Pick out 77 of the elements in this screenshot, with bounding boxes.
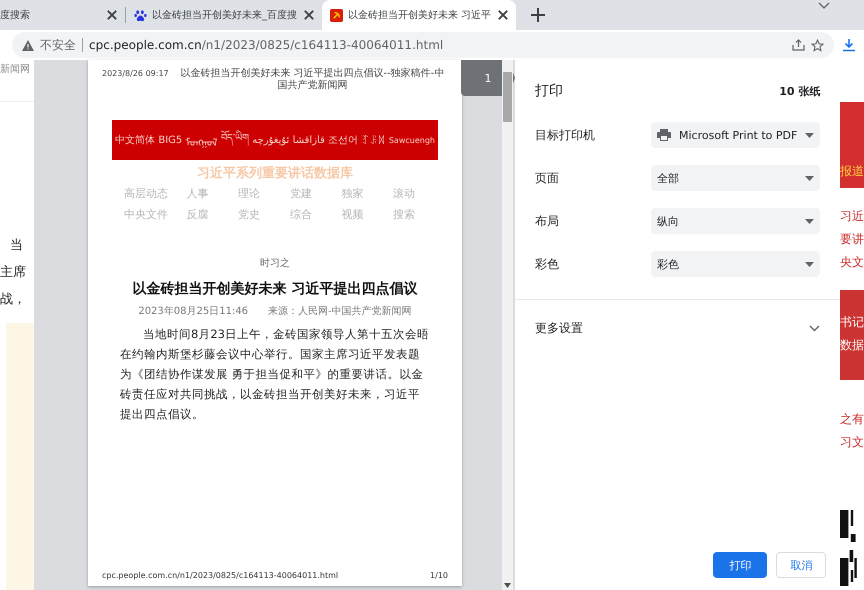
link-text[interactable]: 之有 [840,411,864,428]
chevron-icon [809,324,820,332]
language-link[interactable]: Sawcuengh [388,136,435,144]
sheet-count: 10 张纸 [779,84,820,98]
print-footer-url: cpc.people.com.cn/n1/2023/0825/c164113-40064011.html [102,571,338,580]
scrollbar-thumb[interactable] [503,72,512,122]
nav-link[interactable]: 搜索 [378,207,430,222]
download-icon[interactable] [842,38,856,52]
article-title: 以金砖担当开创美好未来 习近平提出四点倡议 [132,280,418,298]
language-link[interactable]: ꆈꌠꉙ [362,133,386,147]
article-text: 主席 [0,264,27,282]
nav-link[interactable]: 党建 [275,186,327,201]
setting-label: 彩色 [535,256,560,272]
nav-link[interactable]: 理论 [223,186,275,201]
setting-label: 页面 [535,170,560,186]
caret-icon [805,132,814,138]
setting-dropdown[interactable]: 全部 [651,165,820,191]
close-icon[interactable] [302,8,316,22]
browser-tab[interactable]: 度搜索 [0,0,125,30]
link-text[interactable]: 央文 [840,254,864,270]
nav-link[interactable]: 滚动 [378,186,430,201]
browser-tab[interactable]: 以金砖担当开创美好未来_百度搜 [126,0,322,30]
page-count: 1/10 [430,571,448,580]
article-text: 战， [0,291,27,309]
link-text[interactable]: 习近 [840,208,864,224]
nav-link[interactable]: 党史 [223,207,275,222]
scroll-down-icon[interactable] [504,583,511,588]
site-heading: 习近平系列重要讲话数据库 [196,164,354,182]
banner-text: 书记 [840,314,864,331]
print-button[interactable]: 打印 [713,552,768,578]
more-settings-toggle[interactable]: 更多设置 [515,300,840,356]
link-text[interactable]: 习文 [840,434,864,451]
print-date: 2023/8/26 09:17 [102,68,169,80]
paw-icon [134,8,147,22]
banner-text: 报道 [840,163,864,180]
setting-dropdown[interactable]: 纵向 [651,208,820,234]
cancel-button[interactable]: 取消 [776,552,826,578]
share-icon[interactable] [792,39,805,51]
caret-icon [805,218,814,224]
scrollbar[interactable] [502,60,513,590]
article-meta: 2023年08月25日11:46 来源：人民网-中国共产党新闻网 [137,304,413,318]
nav-link[interactable]: 综合 [275,207,327,222]
emblem-icon [330,8,343,22]
close-icon[interactable] [496,8,510,22]
browser-tab[interactable]: 以金砖担当开创美好未来 习近平 [322,0,516,30]
setting-label: 目标打印机 [535,126,596,144]
nav-link[interactable]: 独家 [326,186,378,201]
nav-link[interactable]: 反腐 [172,207,224,222]
setting-dropdown[interactable]: 彩色 [651,251,820,277]
article-text: 当 [9,237,24,255]
language-link[interactable]: ᠮᠣᠩᠭᠣᠯ [186,131,218,149]
setting-label: 布局 [535,212,560,230]
caret-icon [805,262,814,266]
language-link[interactable]: BIG5 [158,134,182,146]
nav-link[interactable]: 人事 [172,186,224,201]
setting-dropdown[interactable]: Microsoft Print to PDF [651,122,820,148]
nav-link[interactable]: 视频 [326,207,378,222]
chevron-icon[interactable] [818,2,830,10]
dialog-title: 打印 [535,82,563,100]
address-bar[interactable]: 不安全 cpc.people.com.cn/n1/2023/0825/c164113-40064011.html [12,32,834,58]
close-icon[interactable] [105,8,119,22]
star-icon[interactable] [811,38,824,52]
language-link[interactable]: قازاقشا [292,134,325,146]
language-link[interactable]: 조선어 [328,133,358,147]
article-author: 时习之 [259,256,291,270]
article-body: 当地时间8月23日上午，金砖国家领导人第十五次会晤在约翰内斯堡杉藤会议中心举行。国家主席习近平发表题为《团结协作谋发展 勇于担当促和平》的重要讲话。以金砖责任应对共同挑战，以金砖担当开创美好未来，习近平提出四点倡议。 [120,326,430,423]
printer-icon [657,129,671,141]
language-link[interactable]: ئۇيغۇرچە [252,134,290,146]
caret-icon [805,176,814,180]
language-link[interactable]: བོད་ཡིག [220,126,249,154]
banner-text: 数据 [840,337,864,354]
link-text[interactable]: 要讲 [840,230,864,248]
url-text: cpc.people.com.cn/n1/2023/0825/c164113-40064011.html [89,38,444,52]
security-label: 不安全 [40,36,76,54]
print-header-title: 以金砖担当开创美好未来 习近平提出四点倡议--独家稿件-中国共产党新闻网 [179,68,446,92]
language-link[interactable]: 中文简体 [115,133,155,147]
warning-icon [22,40,34,50]
